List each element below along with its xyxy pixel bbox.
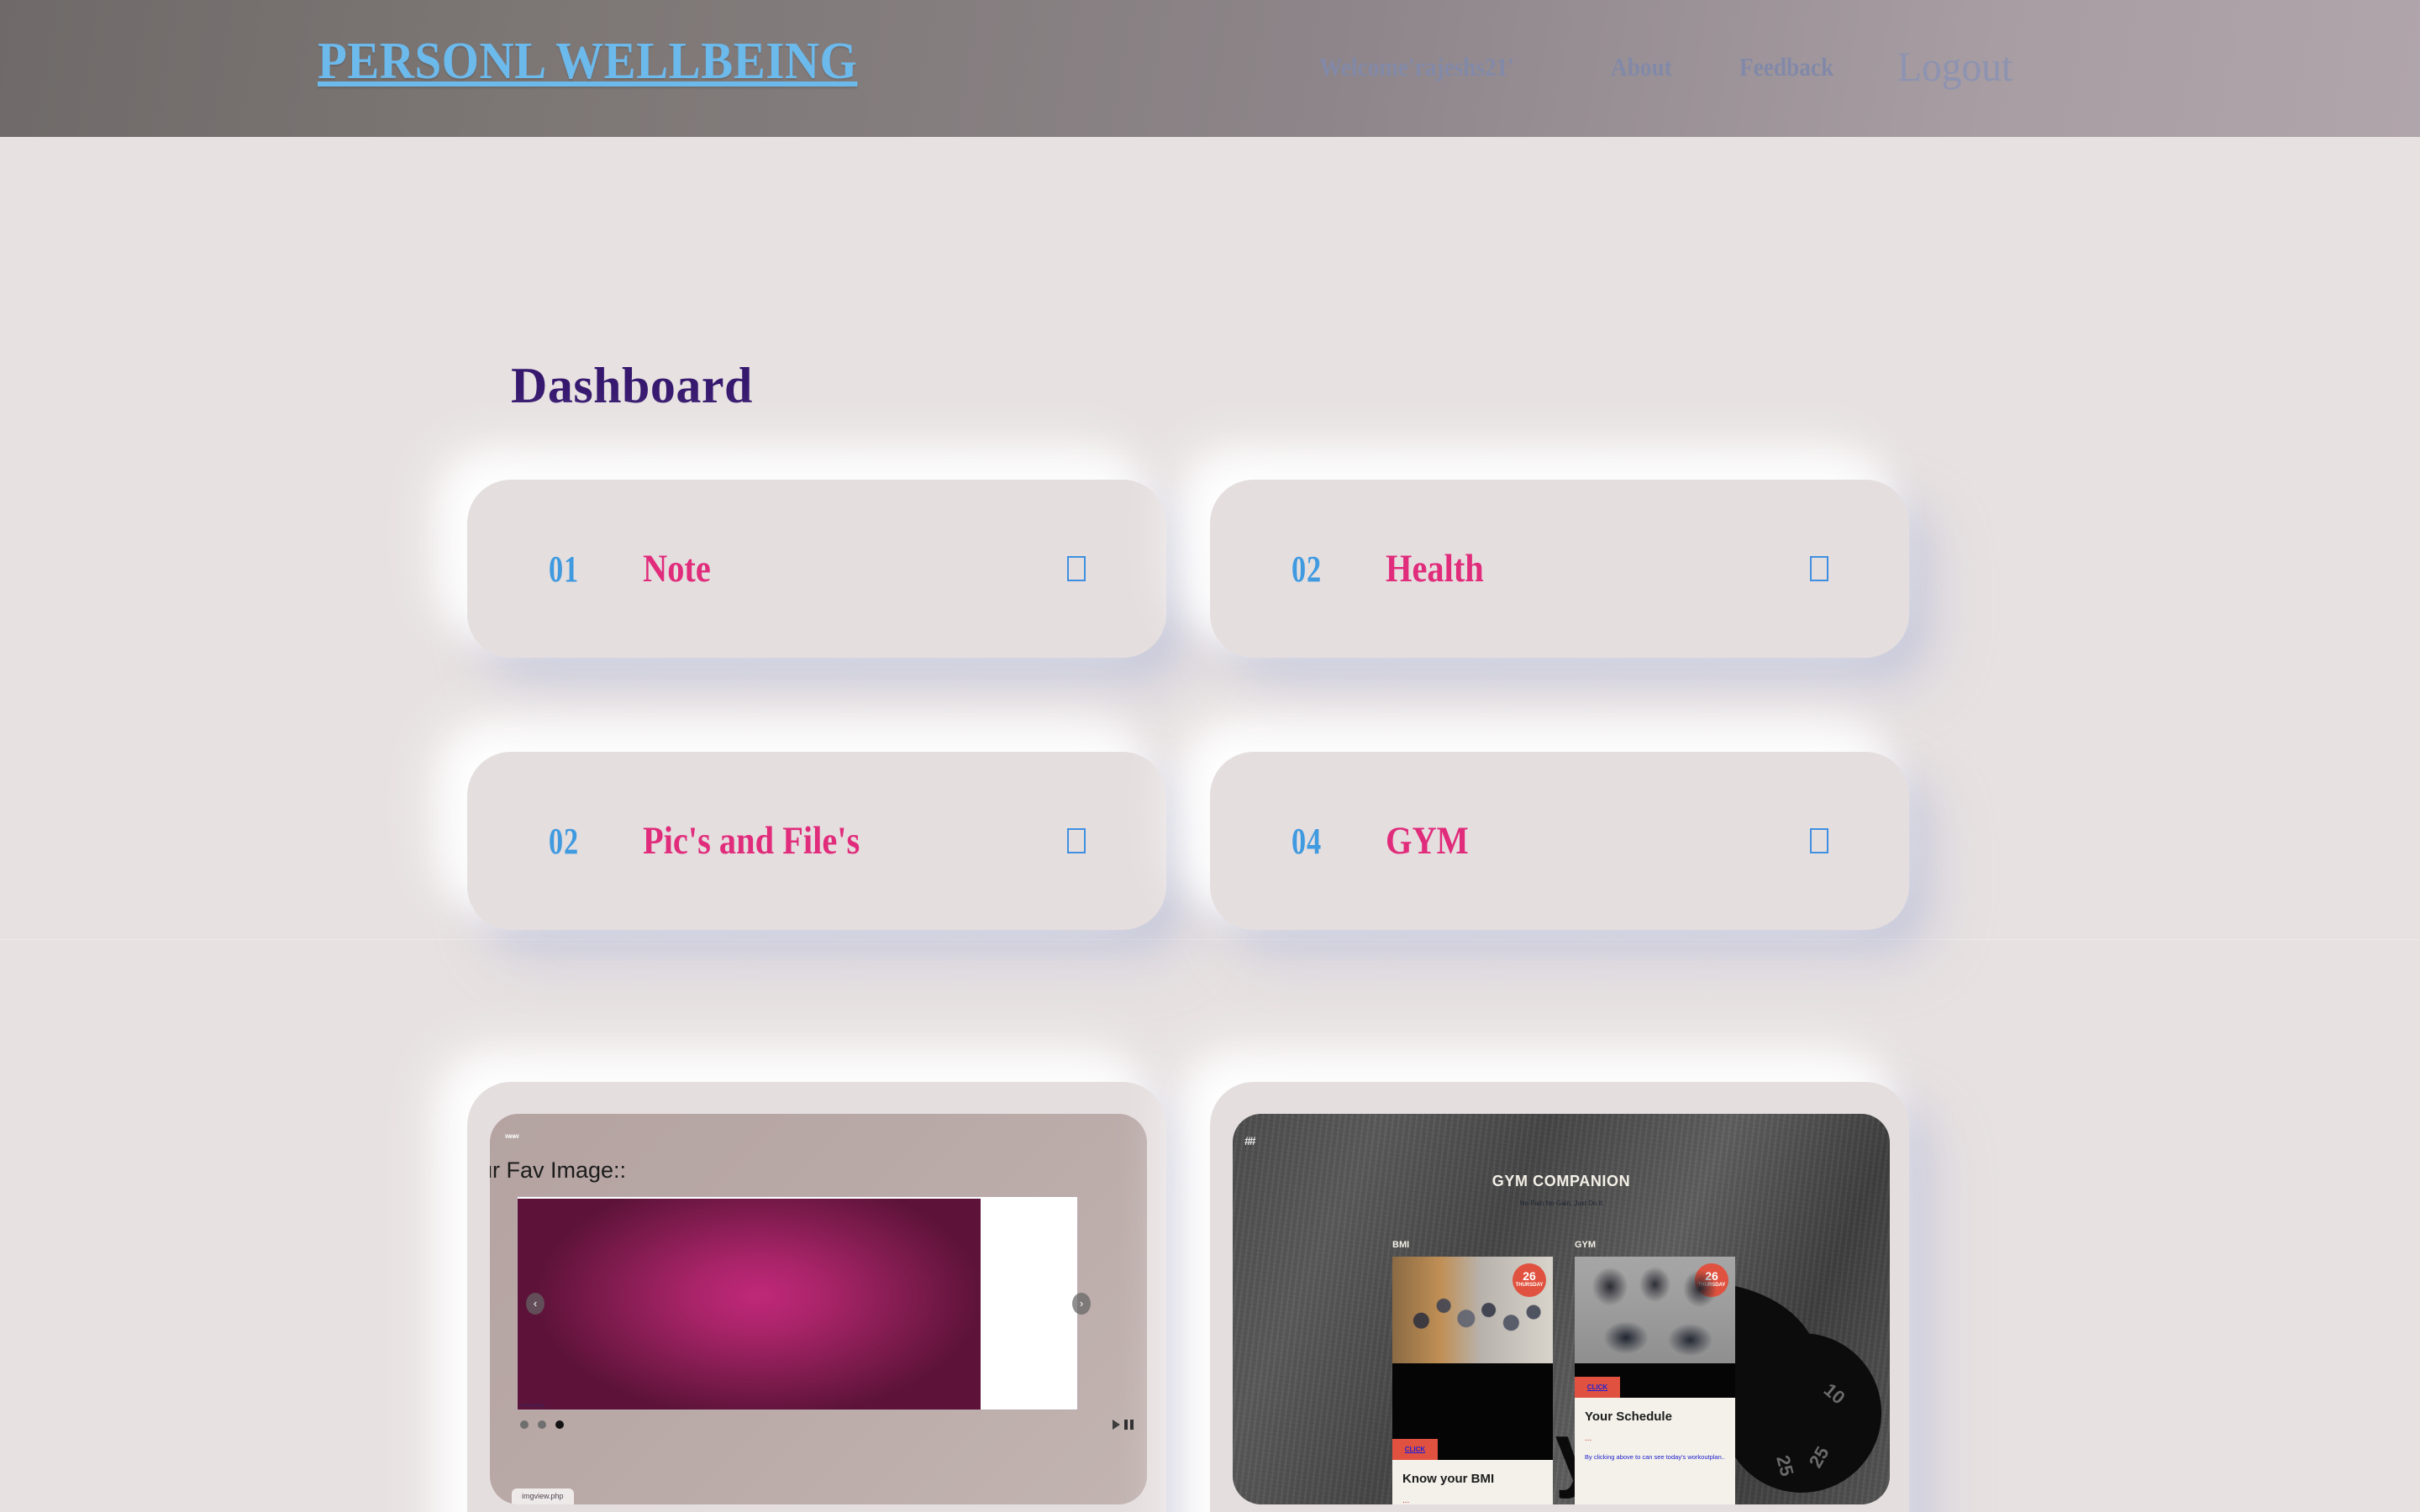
gym-column-heading: BMI: [1392, 1240, 1410, 1250]
gym-card-spacer: [1575, 1363, 1735, 1377]
memories-watermark: www: [505, 1132, 519, 1140]
gym-column-gym: GYM 26 THURSDAY CLICK Your Schedule ... …: [1575, 1240, 1735, 1504]
memories-heading: ur Fav Image::: [490, 1158, 627, 1183]
tile-row: 02 Pic's and File's 04 GYM: [467, 752, 1946, 930]
carousel-dot[interactable]: [520, 1420, 529, 1429]
tile-number: 02: [549, 820, 579, 862]
gym-card-gym[interactable]: 26 THURSDAY CLICK Your Schedule ... By c…: [1575, 1257, 1735, 1504]
browser-download-tab[interactable]: imgview.php: [512, 1488, 574, 1504]
gym-click-button[interactable]: CLICK: [1575, 1377, 1620, 1398]
preview-card-memories[interactable]: www ur Fav Image:: ‹ › Preloading... img…: [467, 1082, 1166, 1512]
date-badge-weekday: THURSDAY: [1697, 1283, 1726, 1288]
top-navbar: PERSONL WELLBEING Welcome'rajeshs21' Abo…: [0, 0, 2420, 137]
carousel-dots[interactable]: [520, 1420, 564, 1429]
memories-carousel[interactable]: ‹ › Preloading...: [517, 1196, 1091, 1410]
date-badge-day: 26: [1705, 1269, 1718, 1283]
gym-card-body: Know your BMI ... 6 mins ago 39 comments: [1392, 1460, 1553, 1504]
play-icon[interactable]: [1113, 1420, 1120, 1430]
tile-note[interactable]: 01 Note: [467, 480, 1166, 658]
nav-item-feedback[interactable]: Feedback: [1739, 52, 1833, 82]
carousel-prev-icon[interactable]: ‹: [526, 1292, 544, 1315]
tile-label: Pic's and File's: [643, 819, 860, 863]
gym-column-bmi: BMI 26 THURSDAY CLICK Know your BMI ...: [1392, 1240, 1553, 1504]
tile-label: Health: [1386, 547, 1484, 591]
gym-card-photo: 26 THURSDAY: [1575, 1257, 1735, 1363]
date-badge: 26 THURSDAY: [1512, 1263, 1546, 1297]
missing-glyph-icon: [1067, 556, 1086, 581]
gym-card-dots: ...: [1585, 1434, 1592, 1443]
nav-item-about[interactable]: About: [1611, 52, 1672, 82]
tile-number: 01: [549, 548, 579, 590]
brand-title[interactable]: PERSONL WELLBEING: [318, 32, 857, 92]
missing-glyph-icon: [1810, 828, 1828, 853]
tile-health[interactable]: 02 Health: [1210, 480, 1909, 658]
gym-card-title: Know your BMI: [1402, 1472, 1495, 1486]
nav-item-welcome[interactable]: Welcome'rajeshs21': [1319, 52, 1514, 82]
gym-tagline: No Pain No Gain, Just Do It: [1519, 1200, 1603, 1207]
memories-screenshot: www ur Fav Image:: ‹ › Preloading... img…: [490, 1114, 1147, 1504]
gym-column-list: BMI 26 THURSDAY CLICK Know your BMI ... …: [1392, 1240, 1735, 1504]
date-badge: 26 THURSDAY: [1695, 1263, 1728, 1297]
tile-row: 01 Note 02 Health: [467, 480, 1946, 658]
tile-label: Note: [643, 547, 711, 591]
carousel-next-icon[interactable]: ›: [1072, 1292, 1091, 1315]
memories-thumbnail[interactable]: www ur Fav Image:: ‹ › Preloading... img…: [490, 1114, 1147, 1504]
nav-item-logout[interactable]: Logout: [1897, 42, 2012, 91]
preview-card-gym[interactable]: ## GYM COMPANION No Pain No Gain, Just D…: [1210, 1082, 1909, 1512]
memories-status-text: Preloading...: [519, 1404, 548, 1409]
dashboard-tile-grid: 01 Note 02 Health 02 Pic's and File's 04…: [467, 480, 1946, 1024]
tile-pics-and-files[interactable]: 02 Pic's and File's: [467, 752, 1166, 930]
gym-card-bmi[interactable]: 26 THURSDAY CLICK Know your BMI ...: [1392, 1257, 1553, 1504]
missing-glyph-icon: [1067, 828, 1086, 853]
gym-card-body: Your Schedule ... By clicking above to c…: [1575, 1398, 1735, 1504]
date-badge-day: 26: [1523, 1269, 1536, 1283]
gym-column-heading: GYM: [1575, 1240, 1597, 1250]
gym-title: GYM COMPANION: [1491, 1173, 1631, 1189]
nav-links: Welcome'rajeshs21' About Feedback Logout: [1319, 37, 2018, 90]
svg-text:10: 10: [1820, 1379, 1849, 1409]
tile-label: GYM: [1386, 819, 1469, 863]
page-title: Dashboard: [511, 358, 753, 413]
gym-card-photo: 26 THURSDAY: [1392, 1257, 1553, 1363]
dashboard-page: Dashboard 01 Note 02 Health 02 Pic's and…: [0, 137, 2420, 1512]
gym-thumbnail[interactable]: ## GYM COMPANION No Pain No Gain, Just D…: [1233, 1114, 1890, 1504]
gym-click-button[interactable]: CLICK: [1392, 1439, 1438, 1460]
gym-hash-text: ##: [1244, 1134, 1256, 1147]
gym-card-spacer: [1392, 1363, 1553, 1439]
missing-glyph-icon: [1810, 556, 1828, 581]
carousel-playback-controls[interactable]: [1113, 1420, 1134, 1430]
gym-card-title: Your Schedule: [1585, 1410, 1672, 1424]
carousel-dot[interactable]: [538, 1420, 546, 1429]
preview-card-row: www ur Fav Image:: ‹ › Preloading... img…: [467, 1082, 1909, 1512]
gym-card-subtext: By clicking above to can see today's wor…: [1585, 1453, 1725, 1461]
pause-icon[interactable]: [1124, 1420, 1134, 1430]
tile-number: 04: [1292, 820, 1322, 862]
tile-number: 02: [1292, 548, 1322, 590]
carousel-dot-active[interactable]: [555, 1420, 564, 1429]
date-badge-weekday: THURSDAY: [1515, 1283, 1544, 1288]
gym-screenshot: ## GYM COMPANION No Pain No Gain, Just D…: [1233, 1114, 1890, 1504]
gym-card-dots: ...: [1402, 1496, 1410, 1504]
tile-gym[interactable]: 04 GYM: [1210, 752, 1909, 930]
memories-slide-image: [518, 1199, 981, 1410]
